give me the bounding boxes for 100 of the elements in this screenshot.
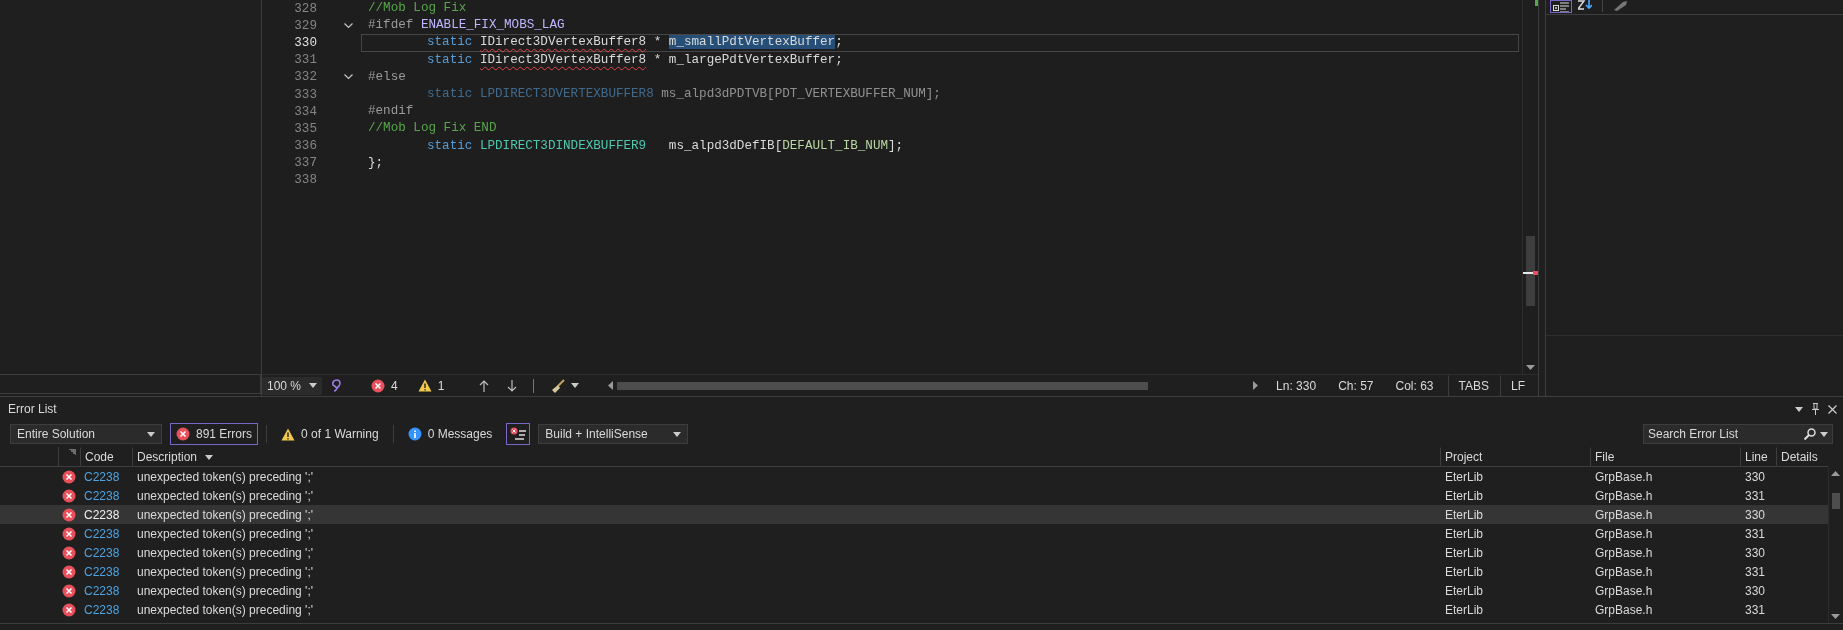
error-description: unexpected token(s) preceding ';'	[136, 488, 315, 503]
column-header[interactable]: Code	[80, 447, 132, 467]
line-number: 329	[293, 18, 317, 33]
error-description: unexpected token(s) preceding ';'	[136, 526, 315, 541]
error-code[interactable]: C2238	[80, 469, 132, 484]
line-number: 331	[1744, 602, 1767, 617]
close-icon[interactable]	[1828, 404, 1837, 414]
column-indicator: Col: 63	[1395, 378, 1434, 393]
file-name: GrpBase.h	[1594, 602, 1654, 617]
warnings-filter-button[interactable]: 0 of 1 Warning	[275, 423, 385, 445]
project-name: EterLib	[1444, 583, 1485, 598]
error-row[interactable]: C2238 unexpected token(s) preceding ';' EterLib GrpBase.h 330	[0, 581, 1828, 600]
column-header[interactable]: Project	[1440, 447, 1590, 467]
error-code[interactable]: C2238	[80, 488, 132, 503]
error-description: unexpected token(s) preceding ';'	[136, 545, 315, 560]
scrollbar-thumb	[1526, 236, 1535, 306]
error-code[interactable]: C2238	[80, 507, 132, 522]
project-name: EterLib	[1444, 602, 1485, 617]
wrench-icon[interactable]	[1613, 0, 1629, 11]
errors-filter-button[interactable]: 891 Errors	[170, 423, 259, 445]
arrow-down-icon[interactable]	[507, 379, 518, 392]
scope-dropdown[interactable]: Entire Solution	[10, 424, 162, 444]
error-row[interactable]: C2238 unexpected token(s) preceding ';' EterLib GrpBase.h 331	[0, 600, 1828, 619]
error-code[interactable]: C2238	[80, 545, 132, 560]
error-code[interactable]: C2238	[80, 564, 132, 579]
horizontal-scrollbar[interactable]	[608, 378, 1259, 393]
file-name: GrpBase.h	[1594, 507, 1654, 522]
code-line: static LPDIRECT3DINDEXBUFFER9 ms_alpd3dDefIB[DEFAULT_IB_NUM];	[426, 137, 905, 155]
arrow-down-icon	[1831, 614, 1840, 619]
project-name: EterLib	[1444, 488, 1485, 503]
code-line: static LPDIRECT3DVERTEXBUFFER8 ms_alpd3dPDTVB[PDT_VERTEXBUFFER_NUM];	[426, 85, 942, 103]
messages-filter-button[interactable]: 0 Messages	[401, 423, 499, 445]
error-icon	[176, 427, 190, 441]
arrow-right-icon	[1253, 381, 1259, 390]
sort-caret-icon	[205, 454, 214, 460]
list-icon	[1553, 2, 1569, 12]
caret-icon	[1820, 431, 1828, 437]
line-number: 331	[1744, 564, 1767, 579]
error-icon	[62, 564, 76, 579]
info-icon	[407, 427, 422, 441]
line-number: 336	[293, 139, 317, 154]
zoom-dropdown[interactable]: 100 %	[262, 376, 322, 395]
project-name: EterLib	[1444, 545, 1485, 560]
line-number: 333	[293, 87, 317, 102]
caret-icon	[147, 431, 155, 437]
column-header[interactable]: Line	[1740, 447, 1776, 467]
change-marker	[1535, 0, 1538, 6]
panel-title: Error List	[8, 402, 57, 416]
caret-icon	[673, 431, 682, 437]
chevron-down-icon[interactable]	[344, 22, 353, 29]
code-line: static IDirect3DVertexBuffer8 * m_largePdtVertexBuffer;	[426, 51, 844, 69]
search-field[interactable]: Search Error List	[1648, 427, 1800, 441]
project-name: EterLib	[1444, 564, 1485, 579]
filter-icon	[510, 427, 527, 441]
error-icon	[62, 488, 76, 503]
error-row[interactable]: C2238 unexpected token(s) preceding ';' EterLib GrpBase.h 330	[0, 505, 1828, 524]
error-icon	[371, 378, 385, 393]
error-row[interactable]: C2238 unexpected token(s) preceding ';' EterLib GrpBase.h 331	[0, 486, 1828, 505]
error-description: unexpected token(s) preceding ';'	[136, 507, 315, 522]
line-number: 330	[293, 35, 317, 50]
error-code[interactable]: C2238	[80, 583, 132, 598]
file-name: GrpBase.h	[1594, 583, 1654, 598]
arrow-up-icon[interactable]	[479, 379, 490, 392]
sort-icon[interactable]	[1578, 0, 1592, 11]
scrollbar[interactable]	[1522, 0, 1538, 374]
error-icon	[62, 583, 76, 598]
ear-icon[interactable]	[330, 378, 344, 393]
brush-icon-dropdown[interactable]	[550, 377, 581, 394]
file-name: GrpBase.h	[1594, 469, 1654, 484]
scrollbar[interactable]	[1828, 467, 1843, 623]
error-code[interactable]: C2238	[80, 526, 132, 541]
caret-icon[interactable]	[1795, 406, 1803, 412]
column-header[interactable]: Details	[1776, 447, 1828, 467]
categorized-button[interactable]	[1550, 0, 1572, 13]
column-header[interactable]: File	[1590, 447, 1740, 467]
column-header[interactable]: Description	[132, 447, 1440, 467]
error-row[interactable]: C2238 unexpected token(s) preceding ';' EterLib GrpBase.h 330	[0, 543, 1828, 562]
pin-icon[interactable]	[1811, 403, 1820, 415]
chevron-down-icon[interactable]	[344, 74, 353, 81]
caret-icon	[309, 383, 317, 388]
warning-count-button[interactable]: 1	[416, 377, 446, 394]
error-row[interactable]: C2238 unexpected token(s) preceding ';' EterLib GrpBase.h 331	[0, 524, 1828, 543]
error-icon	[62, 507, 76, 522]
error-row[interactable]: C2238 unexpected token(s) preceding ';' EterLib GrpBase.h 331	[0, 562, 1828, 581]
search-icon[interactable]	[1804, 428, 1816, 440]
error-icon	[62, 469, 76, 484]
error-row[interactable]: C2238 unexpected token(s) preceding ';' EterLib GrpBase.h 330	[0, 467, 1828, 486]
line-number: 328	[293, 1, 317, 16]
error-count-button[interactable]: 4	[370, 377, 399, 394]
code-line: //Mob Log Fix	[367, 0, 468, 17]
line-number: 330	[1744, 583, 1767, 598]
file-name: GrpBase.h	[1594, 488, 1654, 503]
error-icon	[62, 526, 76, 541]
filter-toggle-button[interactable]	[506, 423, 531, 445]
warning-icon	[417, 379, 432, 392]
column-options-icon[interactable]	[69, 449, 76, 455]
source-dropdown[interactable]: Build + IntelliSense	[538, 424, 689, 444]
brush-icon	[551, 378, 566, 393]
search-bar[interactable]: Search Error List	[1643, 424, 1833, 444]
error-code[interactable]: C2238	[80, 602, 132, 617]
